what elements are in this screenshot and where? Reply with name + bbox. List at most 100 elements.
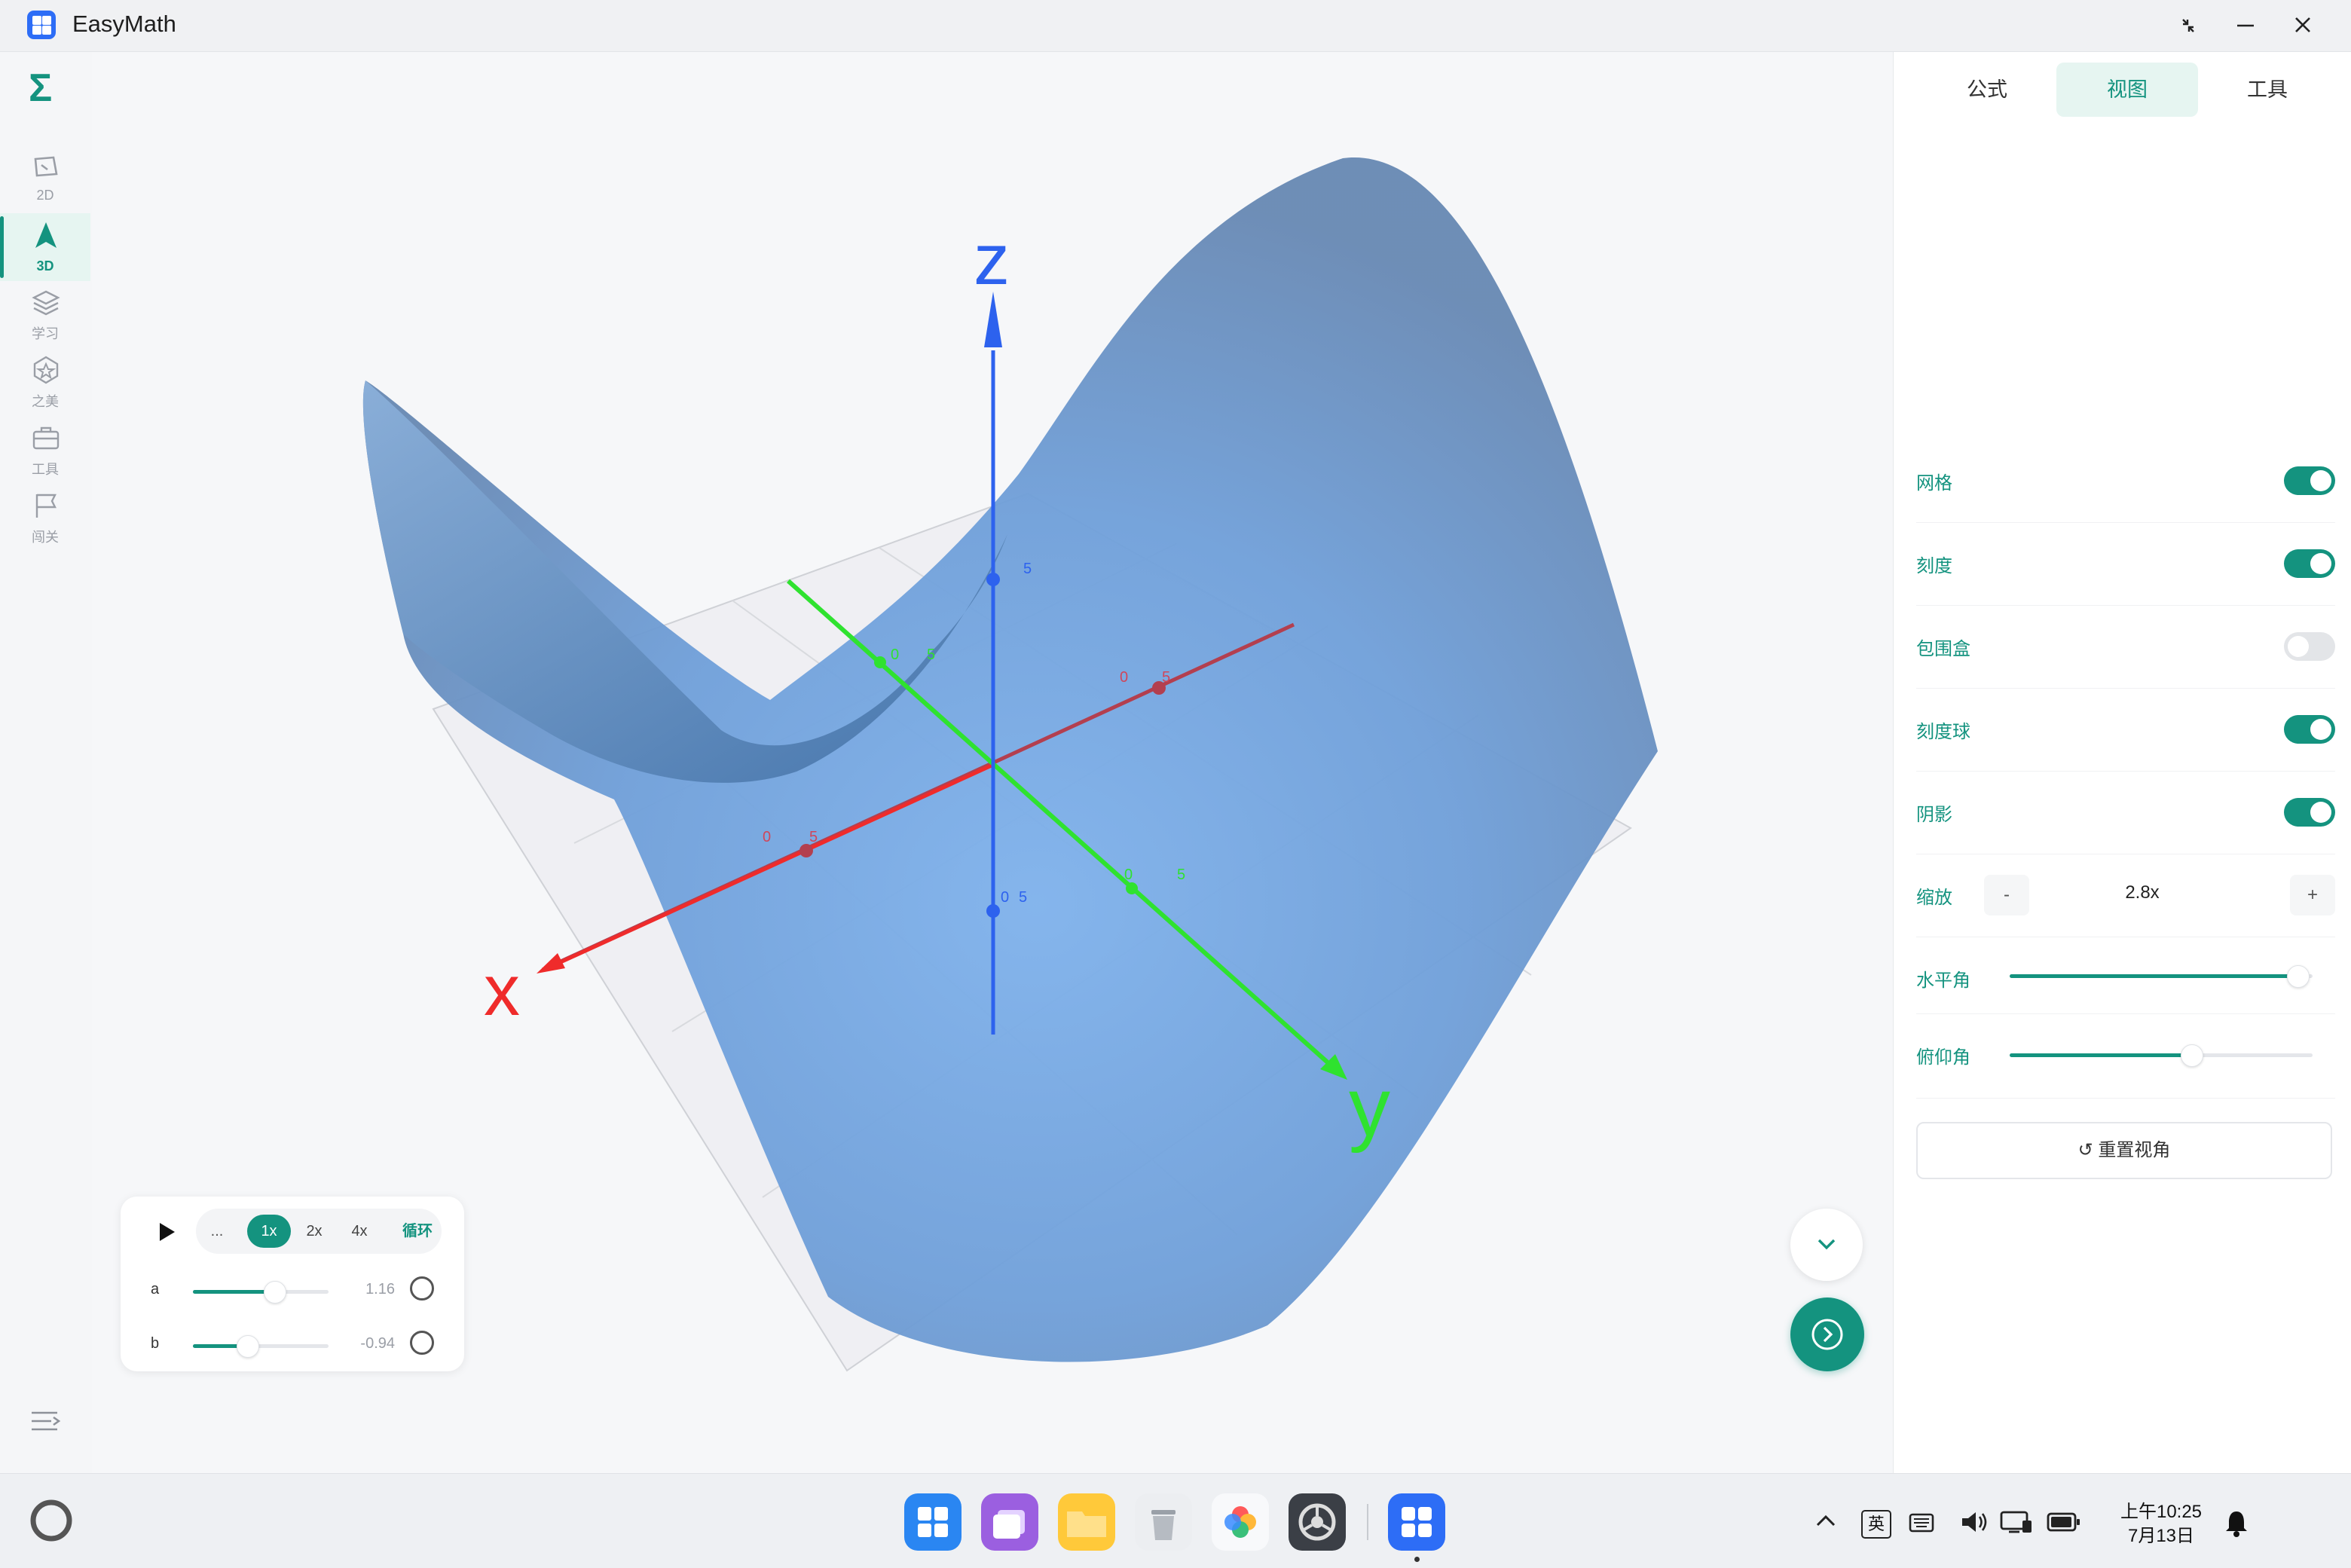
sidebar-item-beauty[interactable]: 之美	[0, 349, 90, 417]
param-a-slider[interactable]	[193, 1281, 329, 1304]
sidebar-item-tools[interactable]: 工具	[0, 417, 90, 484]
x-tick-label: 5	[809, 829, 818, 845]
app-title: EasyMath	[72, 11, 176, 37]
setting-label: 缩放	[1916, 888, 1952, 908]
setting-label: 网格	[1916, 473, 1952, 494]
slider-thumb[interactable]	[264, 1281, 286, 1304]
tick-ball-toggle[interactable]	[2284, 715, 2335, 744]
speed-2x-button[interactable]: 2x	[292, 1215, 336, 1248]
param-name: b	[151, 1335, 160, 1352]
zoom-in-button[interactable]: +	[2290, 875, 2335, 915]
tick-ball-toggle-row: 刻度球	[1916, 688, 2335, 772]
z-axis-label: z	[974, 219, 1010, 300]
slider-thumb[interactable]	[2286, 965, 2310, 988]
ticks-toggle[interactable]	[2284, 549, 2335, 578]
close-button[interactable]	[2285, 9, 2321, 42]
setting-label: 水平角	[1916, 970, 1970, 991]
shape-2d-icon	[34, 156, 58, 177]
clock-date[interactable]: 7月13日	[2116, 1521, 2206, 1547]
y-tick-label: 0	[891, 646, 899, 663]
sidebar-item-3d[interactable]: 3D	[0, 213, 90, 281]
x-axis-label: x	[484, 950, 520, 1031]
y-tick-label: 5	[927, 646, 935, 663]
trash-app-icon[interactable]	[1135, 1493, 1192, 1551]
setting-label: 刻度球	[1916, 722, 1970, 742]
keyboard-icon[interactable]	[1906, 1508, 1937, 1536]
running-indicator	[1414, 1557, 1420, 1562]
param-value: 1.16	[365, 1281, 395, 1297]
slider-thumb[interactable]	[237, 1335, 259, 1358]
taskbar: 英 上午10:25 7月13日	[0, 1473, 2351, 1568]
settings-app-icon[interactable]	[1289, 1493, 1346, 1551]
tab-view[interactable]: 视图	[2056, 63, 2198, 117]
next-button[interactable]	[1790, 1297, 1864, 1371]
speed-selector: ... 1x 2x 4x 循环	[196, 1209, 442, 1254]
zoom-row: 缩放 - 2.8x +	[1916, 854, 2335, 937]
y-axis-label: y	[1349, 1061, 1390, 1154]
bounding-box-toggle[interactable]	[2284, 632, 2335, 661]
restore-button[interactable]	[2170, 9, 2206, 42]
param-b-row: b -0.94	[151, 1331, 452, 1361]
folder-app-icon[interactable]	[1058, 1493, 1115, 1551]
param-b-toggle-icon[interactable]	[410, 1331, 434, 1355]
close-icon	[2295, 17, 2310, 32]
sidebar-item-challenge[interactable]: 闯关	[0, 484, 90, 552]
title-bar: EasyMath	[0, 0, 2351, 52]
notification-bell-icon[interactable]	[2223, 1508, 2250, 1539]
setting-label: 刻度	[1916, 556, 1952, 576]
ime-indicator[interactable]: 英	[1861, 1510, 1891, 1539]
loop-button[interactable]: 循环	[395, 1215, 440, 1248]
x-tick-label: 0	[763, 829, 771, 845]
minimize-icon	[2237, 24, 2254, 27]
param-a-row: a 1.16	[151, 1276, 452, 1307]
horizontal-angle-row: 水平角	[1916, 937, 2335, 1014]
minimize-button[interactable]	[2227, 9, 2264, 42]
param-a-toggle-icon[interactable]	[410, 1276, 434, 1301]
toolbox-icon	[32, 426, 60, 450]
collapse-button[interactable]	[1790, 1209, 1863, 1281]
horizontal-angle-slider[interactable]	[2010, 965, 2313, 988]
speed-1x-button[interactable]: 1x	[247, 1215, 291, 1248]
reset-view-button[interactable]: ↺ 重置视角	[1916, 1122, 2332, 1179]
shadow-toggle-row: 阴影	[1916, 771, 2335, 854]
x-tick-label: 0	[1120, 669, 1128, 686]
zoom-out-button[interactable]: -	[1984, 875, 2029, 915]
shadow-toggle[interactable]	[2284, 798, 2335, 827]
launcher-ring-icon[interactable]	[27, 1496, 75, 1545]
grid-toggle[interactable]	[2284, 466, 2335, 495]
sidebar-item-learn[interactable]: 学习	[0, 281, 90, 349]
setting-label: 包围盒	[1916, 639, 1970, 659]
tab-tools[interactable]: 工具	[2197, 63, 2338, 117]
store-app-icon[interactable]	[904, 1493, 961, 1551]
star-badge-icon	[33, 356, 59, 384]
photos-app-icon[interactable]	[1212, 1493, 1269, 1551]
param-b-slider[interactable]	[193, 1335, 329, 1358]
dock-divider	[1367, 1504, 1368, 1540]
chevron-up-icon[interactable]	[1814, 1511, 1837, 1530]
sidebar: Σ 2D 3D 学习 之美 工具 闯关	[0, 52, 93, 1473]
y-tick-label: 0	[1124, 867, 1133, 883]
setting-label: 俯仰角	[1916, 1047, 1970, 1068]
param-value: -0.94	[360, 1335, 395, 1352]
tab-formula[interactable]: 公式	[1916, 63, 2058, 117]
y-tick-label: 5	[1177, 867, 1185, 883]
sidebar-item-2d[interactable]: 2D	[0, 145, 90, 213]
collapse-menu-icon[interactable]	[30, 1408, 62, 1434]
pitch-angle-row: 俯仰角	[1916, 1013, 2335, 1099]
more-speed-button[interactable]: ...	[200, 1215, 234, 1248]
clock-time[interactable]: 上午10:25	[2116, 1496, 2206, 1523]
app-logo-icon	[27, 11, 56, 39]
z-tick-label: 5	[1019, 889, 1027, 906]
panel-tabs: 公式 视图 工具	[1916, 63, 2335, 117]
play-icon[interactable]	[155, 1221, 178, 1243]
slider-thumb[interactable]	[2181, 1044, 2204, 1067]
speed-4x-button[interactable]: 4x	[338, 1215, 381, 1248]
easymath-app-icon[interactable]	[1388, 1493, 1445, 1551]
z-tick-label: 5	[1023, 561, 1032, 577]
animation-panel: ... 1x 2x 4x 循环 a 1.16 b -0.94	[121, 1197, 464, 1371]
display-icon[interactable]	[1998, 1508, 2035, 1536]
pitch-angle-slider[interactable]	[2010, 1044, 2313, 1067]
volume-icon[interactable]	[1959, 1508, 1989, 1536]
window-manager-app-icon[interactable]	[981, 1493, 1038, 1551]
layers-icon	[32, 290, 60, 316]
